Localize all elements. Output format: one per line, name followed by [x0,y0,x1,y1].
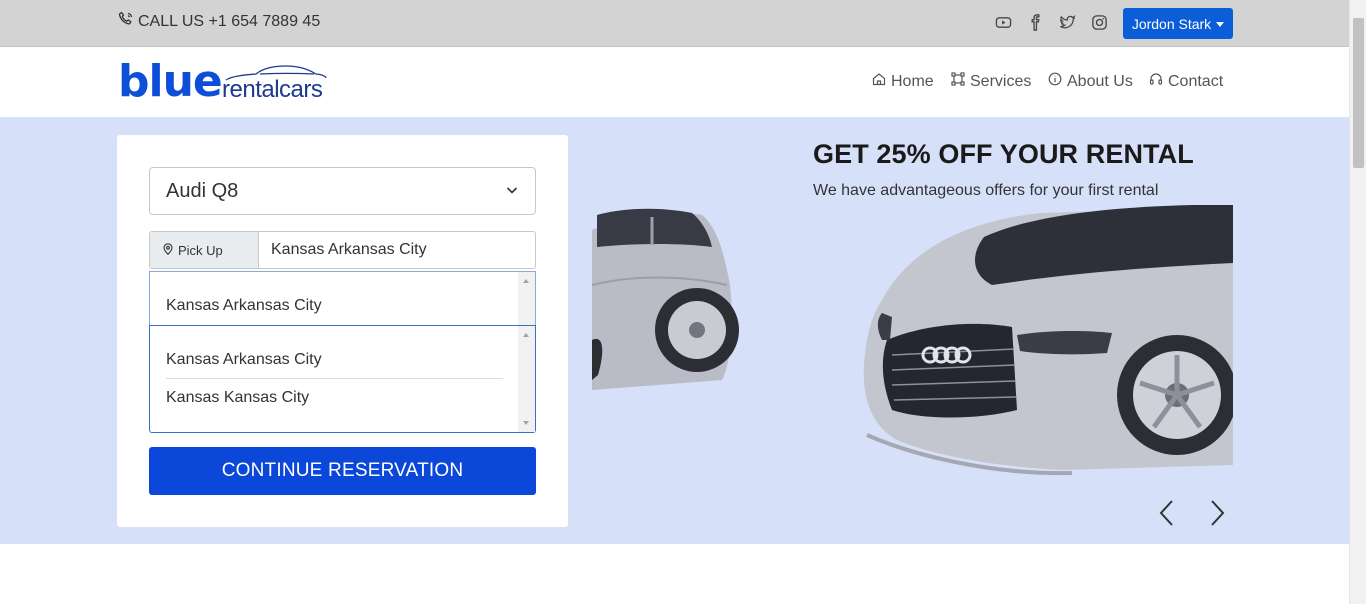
user-name: Jordon Stark [1131,15,1212,32]
pickup-field: Pick Up [149,231,536,269]
caret-down-icon [1216,21,1225,27]
nav-services[interactable]: Services [951,72,1031,91]
continue-reservation-button[interactable]: CONTINUE RESERVATION [149,447,536,495]
map-pin-icon [162,242,174,258]
chevron-right-icon [1207,500,1227,532]
pickup-addon: Pick Up [150,232,259,268]
car-select-value: Audi Q8 [166,179,239,202]
carousel-next-button[interactable] [1207,498,1227,528]
nav-contact-label: Contact [1168,72,1224,90]
city-option[interactable]: Kansas Arkansas City [166,351,322,369]
pickup-input[interactable] [259,232,535,268]
scroll-up-icon[interactable] [523,333,529,337]
list-scrollbar[interactable] [518,272,535,327]
nav-about[interactable]: About Us [1048,72,1133,91]
city-options-list[interactable]: Kansas Arkansas City Kansas Kansas City [149,325,536,433]
call-us-text: CALL US +1 654 7889 45 [138,12,321,30]
carousel-prev-button[interactable] [1157,498,1177,528]
list-scrollbar[interactable] [518,326,535,432]
page-scrollbar[interactable] [1349,0,1366,604]
nav-home[interactable]: Home [872,72,934,91]
promo-subtitle: We have advantageous offers for your fir… [813,182,1159,199]
page-scrollbar-thumb[interactable] [1353,18,1364,168]
option-divider [166,378,503,379]
chevron-down-icon [505,180,519,203]
call-us: CALL US +1 654 7889 45 [118,11,320,32]
logo-secondary: rentalcars [222,76,323,103]
youtube-icon[interactable] [993,12,1013,32]
chevron-left-icon [1157,500,1177,532]
nav-home-label: Home [891,72,934,90]
scroll-down-icon[interactable] [523,421,529,425]
top-bar: CALL US +1 654 7889 45 Jordon Stark [0,0,1349,47]
home-icon [872,72,886,91]
twitter-icon[interactable] [1057,12,1077,32]
pickup-suggestions-list[interactable]: Kansas Arkansas City [149,271,536,327]
logo-primary: blue [118,56,223,107]
navbar: blue rentalcars Home Services About Us C… [0,47,1349,117]
car-front-image [863,205,1233,476]
nav-contact[interactable]: Contact [1149,72,1223,91]
suggestion-item[interactable]: Kansas Arkansas City [166,297,322,315]
logo[interactable]: blue rentalcars [118,57,333,107]
instagram-icon[interactable] [1089,12,1109,32]
pickup-label: Pick Up [178,242,223,258]
user-menu-button[interactable]: Jordon Stark [1123,8,1233,39]
car-select[interactable]: Audi Q8 [149,167,536,215]
nav-services-label: Services [970,72,1032,90]
scroll-up-icon[interactable] [523,279,529,283]
phone-icon [118,11,134,32]
facebook-icon[interactable] [1025,12,1045,32]
services-icon [951,72,965,91]
promo-title: GET 25% OFF YOUR RENTAL [813,139,1194,169]
headset-icon [1149,72,1163,91]
car-side-image [592,208,739,390]
nav-about-label: About Us [1067,72,1133,90]
info-icon [1048,72,1062,91]
city-option[interactable]: Kansas Kansas City [166,389,309,407]
